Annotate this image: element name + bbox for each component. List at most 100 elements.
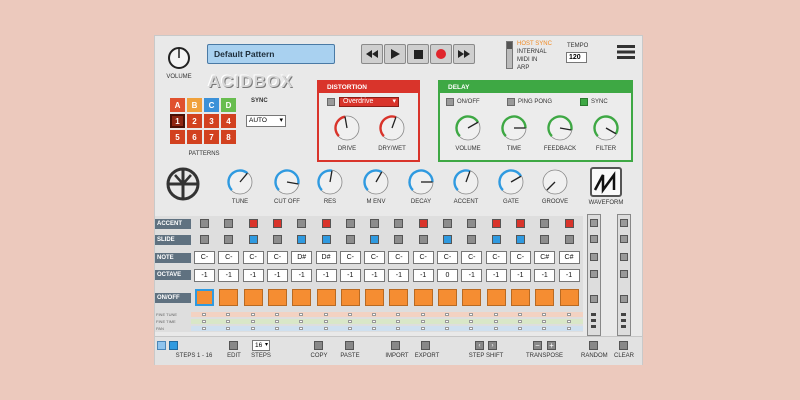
fine-row-1-step-11[interactable] (445, 320, 449, 323)
fine-row-0-step-4[interactable] (274, 313, 279, 316)
random-accent-button[interactable] (590, 219, 598, 227)
note-step-2[interactable]: C- (218, 251, 240, 264)
onoff-step-3[interactable] (243, 289, 263, 306)
sync-source-slider[interactable] (506, 41, 513, 69)
fine-row-2-step-4[interactable] (274, 327, 279, 330)
fine-row-2-step-9[interactable] (396, 327, 401, 330)
octave-step-11[interactable]: 0 (437, 269, 458, 282)
fine-row-0-step-1[interactable] (202, 313, 206, 316)
note-step-12[interactable]: C- (461, 251, 483, 264)
fine-row-0-step-14[interactable] (517, 313, 522, 316)
fine-row-0-step-11[interactable] (445, 313, 449, 316)
synth-knob-2[interactable] (315, 167, 345, 197)
slide-step-1[interactable] (200, 235, 209, 244)
import-button[interactable] (391, 341, 400, 350)
synth-knob-7[interactable] (540, 167, 570, 197)
note-step-14[interactable]: C- (509, 251, 531, 264)
slide-step-8[interactable] (370, 235, 380, 244)
fine-row-0-step-3[interactable] (250, 313, 255, 316)
transpose-down-button[interactable]: − (533, 341, 542, 350)
accent-step-10[interactable] (418, 219, 428, 228)
onoff-step-5[interactable] (292, 289, 312, 306)
accent-step-16[interactable] (564, 219, 574, 228)
pattern-sync-select[interactable]: AUTO ▾ (246, 115, 286, 127)
pattern-5-button[interactable]: 5 (170, 130, 185, 144)
fine-row-2-step-13[interactable] (493, 327, 498, 330)
steps-17-32-button[interactable] (169, 341, 178, 350)
onoff-step-14[interactable] (510, 289, 530, 306)
clear-slide-button[interactable] (620, 235, 628, 243)
accent-step-6[interactable] (321, 219, 331, 228)
octave-step-3[interactable]: -1 (242, 269, 264, 282)
synth-knob-4[interactable] (406, 167, 436, 197)
random-onoff-button[interactable] (590, 295, 598, 303)
onoff-step-1[interactable] (195, 289, 214, 306)
clear-octave-button[interactable] (620, 270, 628, 278)
synth-knob-5[interactable] (451, 167, 481, 197)
tempo-field[interactable]: 120 (566, 52, 587, 63)
fine-row-0-step-16[interactable] (566, 313, 571, 316)
synth-knob-3[interactable] (361, 167, 391, 197)
octave-step-13[interactable]: -1 (485, 269, 507, 282)
note-step-15[interactable]: C# (534, 251, 556, 264)
fine-row-2-step-15[interactable] (542, 327, 547, 330)
sync-host[interactable]: HOST SYNC (517, 41, 552, 47)
note-step-13[interactable]: C- (485, 251, 507, 264)
fine-row-1-step-6[interactable] (323, 320, 328, 323)
slide-step-5[interactable] (297, 235, 307, 244)
note-step-8[interactable]: C- (364, 251, 386, 264)
sync-internal[interactable]: INTERNAL (517, 49, 547, 55)
fine-row-0-step-2[interactable] (226, 313, 231, 316)
waveform-button[interactable] (590, 167, 622, 197)
note-step-6[interactable]: D# (315, 251, 337, 264)
clear-accent-button[interactable] (620, 219, 628, 227)
fine-row-0-step-7[interactable] (347, 313, 352, 316)
distortion-knob-0[interactable] (332, 113, 362, 143)
export-button[interactable] (421, 341, 430, 350)
slide-step-15[interactable] (540, 235, 550, 244)
bank-d-button[interactable]: D (221, 98, 236, 112)
fine-row-1-step-7[interactable] (347, 320, 352, 323)
delay-knob-2[interactable] (545, 113, 575, 143)
accent-step-8[interactable] (370, 219, 380, 228)
octave-step-9[interactable]: -1 (388, 269, 410, 282)
onoff-step-6[interactable] (316, 289, 336, 306)
fine-row-0-step-8[interactable] (372, 313, 377, 316)
record-button[interactable] (430, 44, 452, 64)
paste-button[interactable] (345, 341, 354, 350)
pattern-1-button[interactable]: 1 (170, 114, 185, 128)
distortion-type-select[interactable]: Overdrive ▾ (339, 97, 399, 107)
pattern-4-button[interactable]: 4 (221, 114, 236, 128)
clear-onoff-button[interactable] (620, 295, 628, 303)
slide-step-9[interactable] (394, 235, 404, 244)
random-note-button[interactable] (590, 253, 598, 261)
slide-step-3[interactable] (248, 235, 258, 244)
fine-row-1-step-15[interactable] (542, 320, 547, 323)
slide-step-16[interactable] (564, 235, 574, 244)
edit-button[interactable] (229, 341, 238, 350)
octave-step-16[interactable]: -1 (558, 269, 580, 282)
fine-row-1-step-3[interactable] (250, 320, 255, 323)
onoff-step-11[interactable] (438, 289, 457, 306)
accent-step-4[interactable] (272, 219, 282, 228)
note-step-1[interactable]: C- (194, 251, 215, 264)
onoff-step-2[interactable] (219, 289, 239, 306)
fine-row-2-step-16[interactable] (566, 327, 571, 330)
fine-row-1-step-13[interactable] (493, 320, 498, 323)
note-step-16[interactable]: C# (558, 251, 580, 264)
stop-button[interactable] (407, 44, 429, 64)
distortion-knob-1[interactable] (377, 113, 407, 143)
octave-step-4[interactable]: -1 (266, 269, 288, 282)
fine-row-2-step-7[interactable] (347, 327, 352, 330)
pattern-2-button[interactable]: 2 (187, 114, 202, 128)
slide-step-13[interactable] (491, 235, 501, 244)
copy-button[interactable] (314, 341, 323, 350)
random-button[interactable] (589, 341, 598, 350)
onoff-step-16[interactable] (559, 289, 579, 306)
onoff-step-12[interactable] (462, 289, 482, 306)
pattern-8-button[interactable]: 8 (221, 130, 236, 144)
fine-row-2-step-11[interactable] (445, 327, 449, 330)
accent-step-9[interactable] (394, 219, 404, 228)
bank-a-button[interactable]: A (170, 98, 185, 112)
rewind-button[interactable] (361, 44, 383, 64)
